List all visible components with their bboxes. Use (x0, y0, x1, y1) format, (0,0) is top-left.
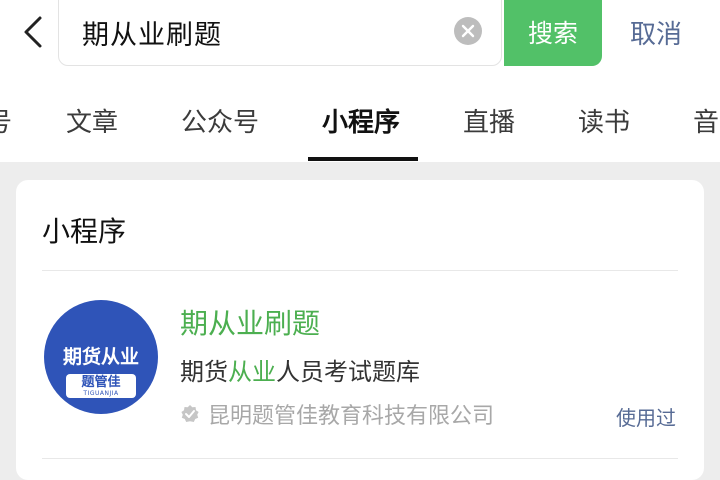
section-title: 小程序 (42, 215, 127, 248)
desc-suffix: 人员考试题库 (276, 358, 420, 386)
tab-live[interactable]: 直播 (463, 102, 515, 139)
clear-icon (461, 24, 475, 38)
tab-bar: 号 文章 公众号 小程序 直播 读书 音 (0, 70, 720, 162)
search-button[interactable]: 搜索 (504, 0, 602, 66)
company-name: 昆明题管佳教育科技有限公司 (208, 404, 495, 429)
back-button[interactable] (16, 12, 52, 52)
tab-articles[interactable]: 文章 (66, 102, 118, 139)
verified-icon (181, 405, 199, 422)
tab-music[interactable]: 音 (693, 102, 719, 139)
company-row: 昆明题管佳教育科技有限公司 (180, 398, 494, 430)
tab-mini-programs[interactable]: 小程序 (322, 102, 400, 139)
desc-prefix: 期货 (180, 358, 228, 386)
desc-highlight: 从业 (228, 358, 276, 386)
used-badge: 使用过 (616, 406, 676, 430)
tab-account[interactable]: 号 (0, 102, 12, 139)
tab-reading[interactable]: 读书 (578, 102, 630, 139)
search-query[interactable]: 期从业刷题 (82, 13, 222, 52)
logo-badge-name: 题管佳 (81, 374, 121, 390)
tab-official-accounts[interactable]: 公众号 (181, 102, 259, 139)
divider (42, 270, 678, 271)
logo-text: 期货从业 (62, 346, 139, 368)
cancel-button[interactable]: 取消 (630, 14, 682, 51)
logo-badge-sub: TIGUANJIA (83, 389, 119, 397)
clear-search-button[interactable] (454, 17, 482, 45)
search-bar: 期从业刷题 搜索 取消 (0, 0, 720, 70)
active-tab-indicator (308, 157, 418, 161)
back-arrow-icon (24, 16, 42, 48)
app-name[interactable]: 期从业刷题 (180, 302, 320, 342)
logo-badge: 题管佳 TIGUANJIA (66, 374, 136, 398)
divider (42, 458, 678, 459)
app-description: 期货从业人员考试题库 (180, 352, 420, 387)
results-card: 小程序 期货从业 题管佳 TIGUANJIA 期从业刷题 期货从业人员考试题库 … (16, 180, 704, 480)
app-logo[interactable]: 期货从业 题管佳 TIGUANJIA (44, 300, 158, 414)
